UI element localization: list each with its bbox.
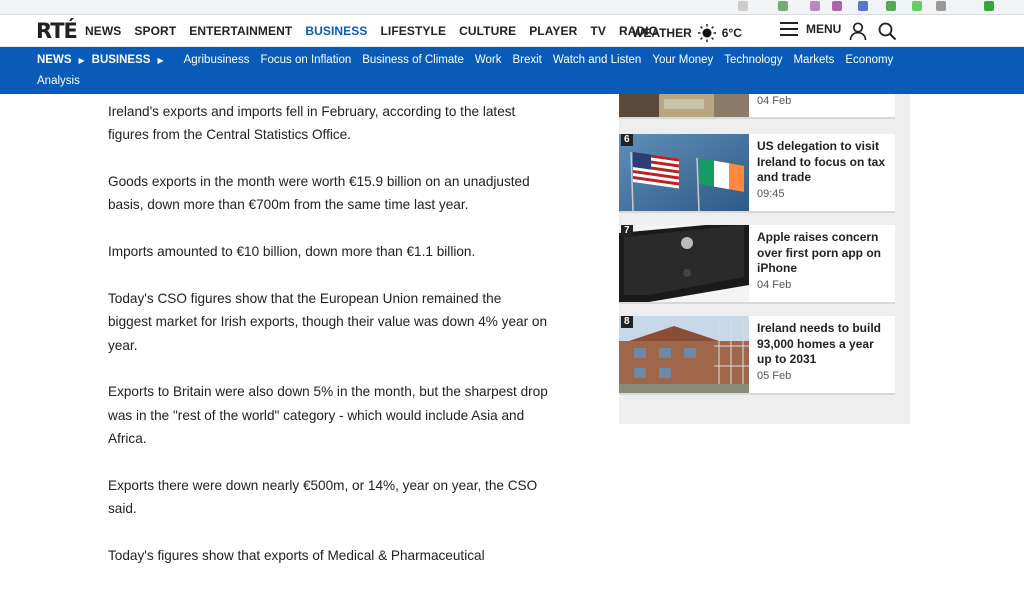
extension-icon[interactable] [738, 1, 748, 11]
story-date: 09:45 [757, 188, 785, 200]
nav-entertainment[interactable]: ENTERTAINMENT [189, 24, 292, 38]
article-paragraph: Today's CSO figures show that the Europe… [108, 290, 548, 353]
article-paragraph: Goods exports in the month were worth €1… [108, 174, 530, 213]
story-card[interactable]: 6 US delegation to visit Ireland to focu… [619, 134, 895, 213]
extension-icon[interactable] [810, 1, 820, 11]
story-date: 04 Feb [757, 279, 792, 291]
story-rank-badge: 7 [621, 225, 633, 237]
weather-label: WEATHER [632, 26, 692, 40]
story-title[interactable]: US delegation to visit Ireland to focus … [757, 139, 887, 186]
nav-culture[interactable]: CULTURE [459, 24, 516, 38]
story-title[interactable]: Apple raises concern over first porn app… [757, 230, 887, 277]
breadcrumb-arrow-icon: ▶ [78, 55, 85, 65]
article-body: Ireland's exports and imports fell in Fe… [108, 100, 548, 591]
breadcrumb-news[interactable]: NEWS [37, 54, 72, 66]
story-thumbnail [619, 94, 749, 117]
subnav-link-business-of-climate[interactable]: Business of Climate [362, 54, 464, 66]
browser-address-strip [0, 0, 1024, 15]
subnav-link-agribusiness[interactable]: Agribusiness [184, 54, 250, 66]
story-rank-badge: 8 [621, 316, 633, 328]
nav-business[interactable]: BUSINESS [305, 24, 367, 38]
extension-icon[interactable] [832, 1, 842, 11]
nav-player[interactable]: PLAYER [529, 24, 577, 38]
business-subnav: NEWS ▶ BUSINESS ▶ Agribusiness Focus on I… [0, 47, 1024, 94]
extension-icon[interactable] [984, 1, 994, 11]
rte-logo[interactable]: RTÉ [36, 19, 78, 43]
menu-button[interactable]: MENU [780, 22, 841, 36]
search-icon[interactable] [877, 21, 897, 41]
story-title[interactable]: Ireland needs to build 93,000 homes a ye… [757, 321, 887, 368]
story-card[interactable]: 7 Apple raises concern over first porn a… [619, 225, 895, 304]
breadcrumb-arrow-icon: ▶ [157, 55, 164, 65]
story-date: 05 Feb [757, 370, 792, 382]
story-thumbnail: 6 [619, 134, 749, 211]
story-thumbnail: 8 [619, 316, 749, 393]
subnav-link-brexit[interactable]: Brexit [512, 54, 541, 66]
story-thumbnail: 7 [619, 225, 749, 302]
extension-icon[interactable] [936, 1, 946, 11]
story-card[interactable]: 04 Feb [619, 94, 895, 119]
story-date: 04 Feb [757, 95, 792, 107]
nav-news[interactable]: NEWS [85, 24, 121, 38]
nav-tv[interactable]: TV [590, 24, 606, 38]
most-read-sidebar: 04 Feb 6 US delegation to visit Ireland … [619, 94, 910, 424]
extension-icon[interactable] [886, 1, 896, 11]
subnav-link-focus-on-inflation[interactable]: Focus on Inflation [260, 54, 351, 66]
menu-label: MENU [806, 22, 842, 36]
article-paragraph: Exports there were down nearly €500m, or… [108, 477, 538, 517]
article-paragraph: Ireland's exports and imports fell in Fe… [108, 104, 516, 143]
user-icon[interactable] [848, 21, 868, 41]
subnav-link-technology[interactable]: Technology [724, 54, 782, 66]
extension-icon[interactable] [778, 1, 788, 11]
story-card[interactable]: 8 Ireland needs to build 93,000 homes a … [619, 316, 895, 395]
story-rank-badge: 6 [621, 134, 633, 146]
top-navigation: RTÉ NEWS SPORT ENTERTAINMENT BUSINESS LI… [0, 15, 1024, 47]
sun-icon [697, 24, 716, 42]
nav-lifestyle[interactable]: LIFESTYLE [380, 24, 446, 38]
breadcrumb-business[interactable]: BUSINESS [92, 54, 151, 66]
nav-sport[interactable]: SPORT [134, 24, 176, 38]
extension-icon[interactable] [912, 1, 922, 11]
article-paragraph: Today's figures show that exports of Med… [108, 547, 485, 563]
main-nav: NEWS SPORT ENTERTAINMENT BUSINESS LIFEST… [85, 24, 671, 38]
subnav-link-your-money[interactable]: Your Money [652, 54, 713, 66]
subnav-links: Agribusiness Focus on Inflation Business o… [184, 54, 905, 66]
subnav-link-analysis[interactable]: Analysis [37, 75, 80, 87]
weather-widget[interactable]: WEATHER 6°C [632, 24, 742, 42]
article-paragraph: Exports to Britain were also down 5% in … [108, 384, 548, 446]
subnav-link-watch-and-listen[interactable]: Watch and Listen [553, 54, 641, 66]
weather-temperature: 6°C [721, 26, 742, 40]
extension-icon[interactable] [858, 1, 868, 11]
subnav-link-work[interactable]: Work [475, 54, 502, 66]
hamburger-icon [780, 22, 798, 36]
article-paragraph: Imports amounted to €10 billion, down mo… [108, 244, 476, 260]
subnav-link-economy[interactable]: Economy [845, 54, 893, 66]
subnav-link-markets[interactable]: Markets [793, 54, 834, 66]
